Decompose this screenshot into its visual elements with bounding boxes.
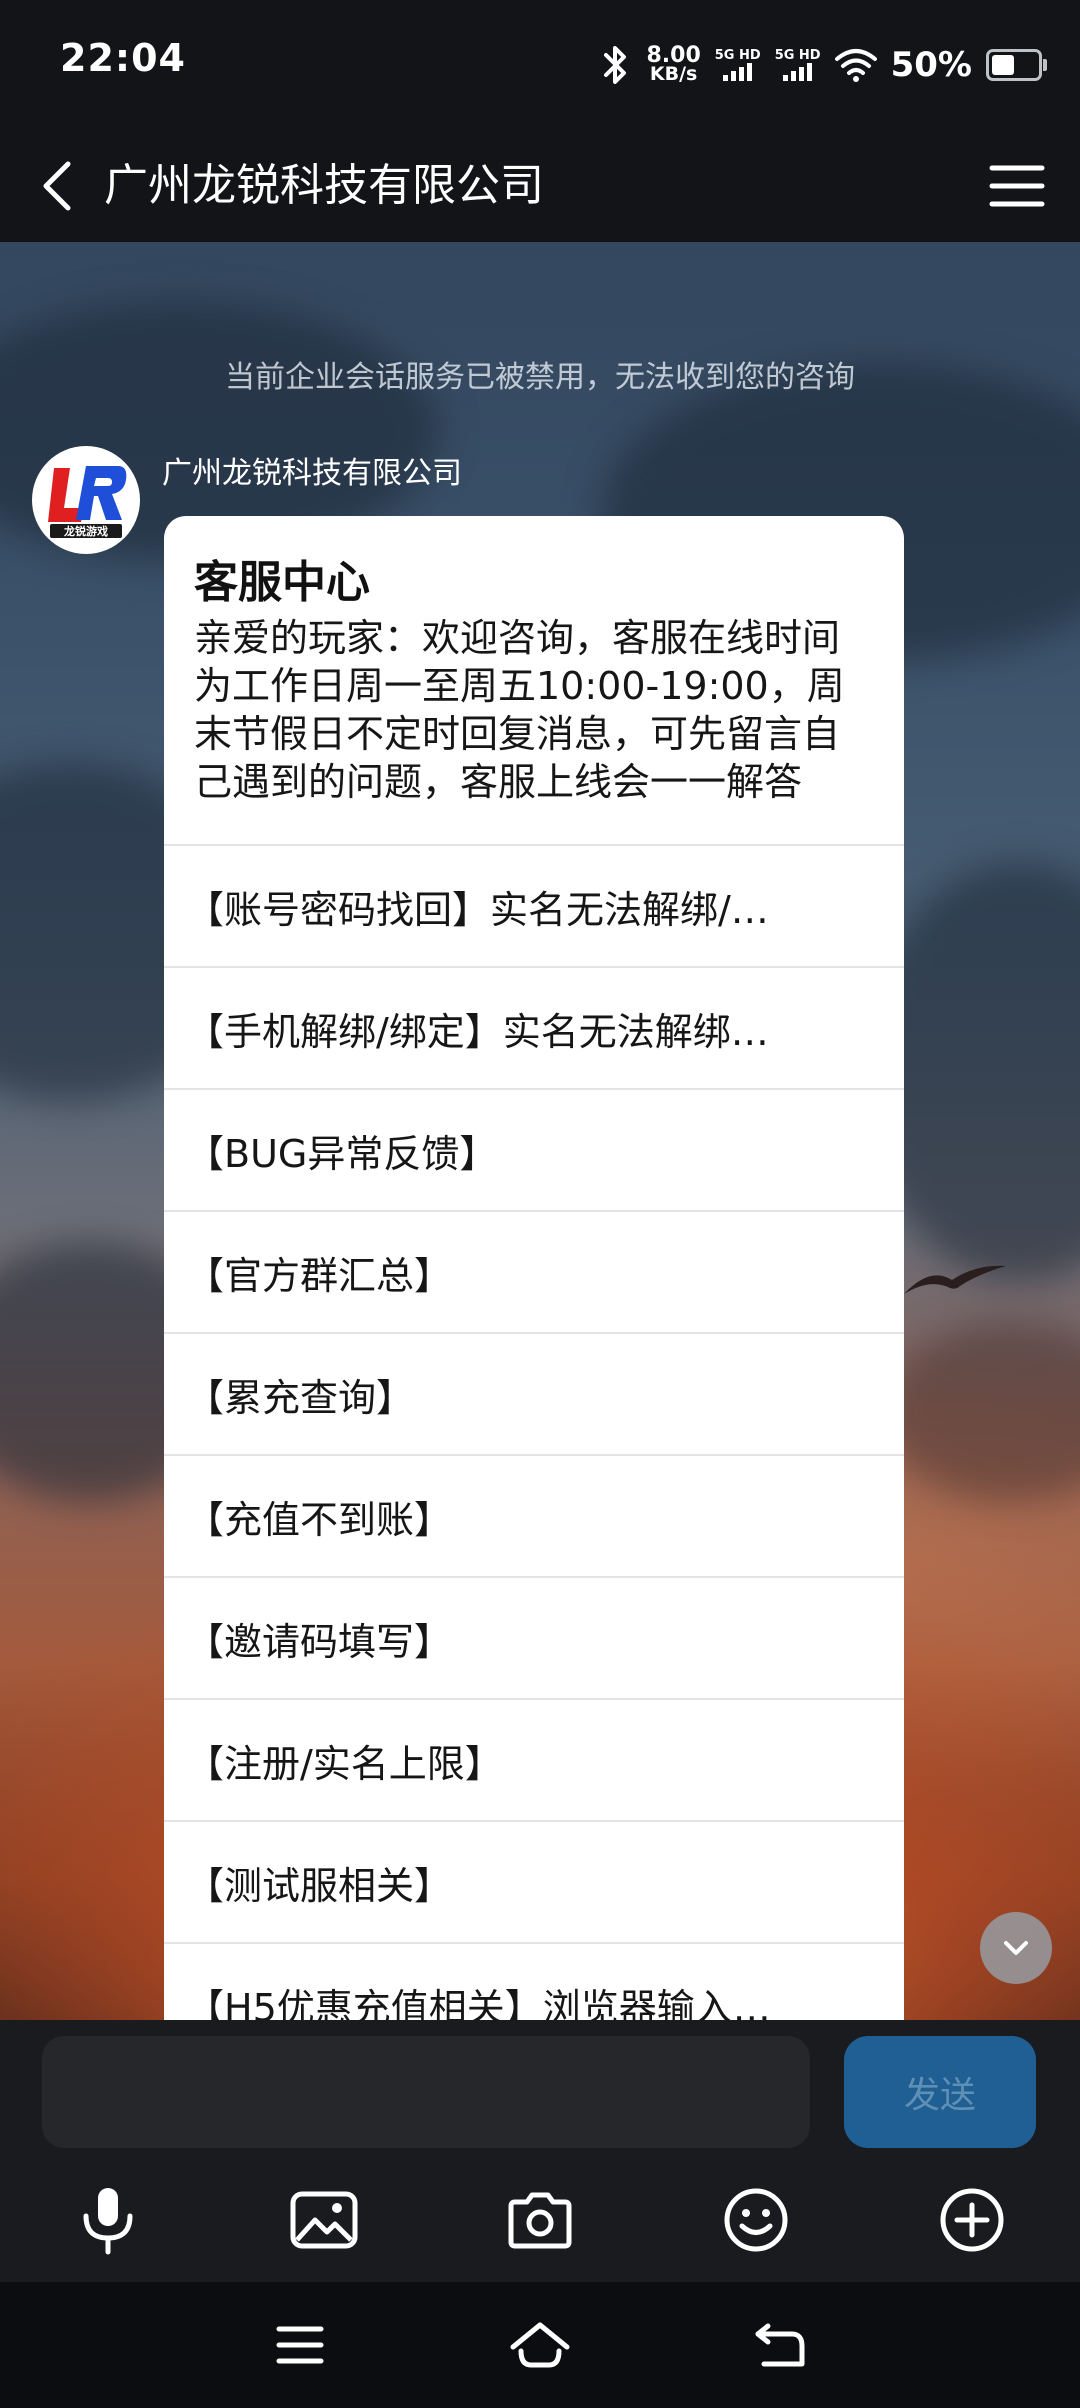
service-disabled-notice: 当前企业会话服务已被禁用，无法收到您的咨询 [225,360,855,395]
chevron-down-icon [1004,1941,1028,1955]
home-icon [510,2322,570,2368]
image-button[interactable] [284,2180,364,2260]
card-menu-item[interactable]: 【累充查询】 [164,1334,904,1456]
signal-icon: 5G HD [775,49,821,81]
back-nav-button[interactable] [745,2312,815,2378]
card-menu-item-label: 【邀请码填写】 [186,1619,453,1664]
microphone-icon [83,2188,133,2255]
image-icon [290,2191,358,2249]
emoji-button[interactable] [716,2180,796,2260]
back-arrow-icon [755,2323,805,2367]
voice-button[interactable] [68,2180,148,2260]
card-menu-item-label: 【手机解绑/绑定】实名无法解绑… [186,1009,769,1054]
send-button[interactable]: 发送 [844,2036,1036,2148]
card-menu-item-label: 【官方群汇总】 [186,1253,453,1298]
more-button[interactable] [932,2180,1012,2260]
scroll-to-bottom-button[interactable] [980,1912,1052,1984]
avatar-text: 龙锐游戏 [63,524,108,538]
battery-percent: 50% [890,45,972,85]
sim2-label: 5G HD [774,48,821,63]
card-menu-item-label: 【注册/实名上限】 [186,1741,503,1786]
card-menu-item[interactable]: 【账号密码找回】实名无法解绑/… [164,846,904,968]
card-menu-item-label: 【BUG异常反馈】 [186,1131,498,1176]
system-nav-bar [0,2282,1080,2408]
card-menu-item[interactable]: 【注册/实名上限】 [164,1700,904,1822]
signal-icon: 5G HD [715,49,761,81]
card-menu-item-label: 【累充查询】 [186,1375,415,1420]
network-speed-unit: KB/s [649,63,698,85]
card-header: 客服中心 亲爱的玩家：欢迎咨询，客服在线时间为工作日周一至周五10:00-19:… [164,516,904,846]
sender-name: 广州龙锐科技有限公司 [162,456,462,491]
camera-button[interactable] [500,2180,580,2260]
card-menu-item-label: 【账号密码找回】实名无法解绑/… [186,887,769,932]
wifi-icon [834,49,877,82]
header: 广州龙锐科技有限公司 [0,130,1080,242]
card-menu-item[interactable]: 【测试服相关】 [164,1822,904,1944]
bird-illustration [904,1265,1006,1294]
hamburger-menu-icon[interactable] [984,156,1050,216]
card-menu-item-label: 【测试服相关】 [186,1863,453,1908]
input-bar: 发送 [0,2020,1080,2282]
home-button[interactable] [505,2312,575,2378]
sim1-label: 5G HD [714,48,761,63]
recents-button[interactable] [265,2312,335,2378]
card-menu-item[interactable]: 【BUG异常反馈】 [164,1090,904,1212]
bluetooth-icon [604,46,627,84]
recents-menu-icon [276,2326,324,2364]
plus-icon [940,2188,1004,2252]
card-menu-item[interactable]: 【H5优惠充值相关】浏览器输入… [164,1944,904,2021]
screen: 22:04 8.00 KB/s 5G HD 5G HD 50% 广州龙锐科技有限… [0,0,1080,2408]
avatar[interactable]: 龙锐游戏 [32,446,140,554]
battery-icon [986,49,1047,81]
card-menu-item[interactable]: 【邀请码填写】 [164,1578,904,1700]
card-menu-item[interactable]: 【手机解绑/绑定】实名无法解绑… [164,968,904,1090]
customer-service-card: 客服中心 亲爱的玩家：欢迎咨询，客服在线时间为工作日周一至周五10:00-19:… [164,516,904,2020]
page-title: 广州龙锐科技有限公司 [104,160,544,211]
card-title: 客服中心 [194,557,370,608]
card-menu-item[interactable]: 【官方群汇总】 [164,1212,904,1334]
status-time: 22:04 [60,36,186,80]
card-menu-item-label: 【充值不到账】 [186,1497,453,1542]
card-description: 亲爱的玩家：欢迎咨询，客服在线时间为工作日周一至周五10:00-19:00，周末… [194,616,845,804]
card-menu-item-label: 【H5优惠充值相关】浏览器输入… [186,1985,771,2021]
company-logo: 龙锐游戏 [48,466,127,538]
card-menu-item[interactable]: 【充值不到账】 [164,1456,904,1578]
message-input[interactable] [42,2036,810,2148]
emoji-icon [724,2188,788,2252]
back-button[interactable] [30,154,90,218]
status-bar: 22:04 8.00 KB/s 5G HD 5G HD 50% [0,0,1080,130]
network-speed: 8.00 KB/s [646,45,700,85]
camera-icon [508,2192,572,2249]
status-icons: 8.00 KB/s 5G HD 5G HD 50% [598,40,1047,90]
